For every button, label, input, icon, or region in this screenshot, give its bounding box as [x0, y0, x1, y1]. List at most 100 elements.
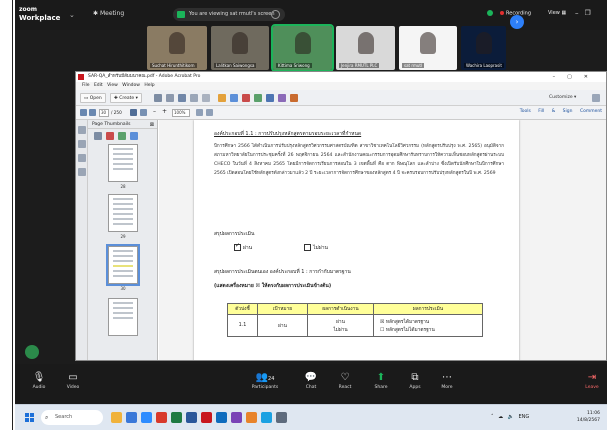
document-view[interactable]: องค์ประกอบที่ 1.1 : การปรับปรุงหลักสูตรต… — [159, 120, 606, 360]
settings-app-icon[interactable] — [276, 412, 287, 423]
comment-icon[interactable] — [218, 94, 226, 102]
checkbox-unchecked — [304, 244, 311, 251]
taskbar-search[interactable]: ⌕ Search — [41, 410, 103, 425]
acrobat-window: SAR-QA_สำหรับมีสัมมนาคณ.pdf - Adobe Acro… — [75, 71, 607, 361]
export-icon[interactable] — [290, 94, 298, 102]
participant-tile[interactable]: Kittima Sriwong — [271, 24, 334, 72]
page-thumbnails-icon[interactable] — [78, 126, 86, 134]
leave-button[interactable]: ⇥ Leave — [579, 370, 605, 390]
participant-tile[interactable]: Wachira Laoprasit — [461, 26, 506, 70]
attachments-icon[interactable] — [78, 154, 86, 162]
insert-page-icon[interactable] — [118, 132, 126, 140]
zoom-app-icon[interactable] — [141, 412, 152, 423]
viewing-share-pill[interactable]: You are viewing sat rmutl's screen — [173, 8, 285, 21]
network-icon[interactable]: ☁ — [498, 414, 503, 420]
acrobat-taskbar-icon[interactable] — [201, 412, 212, 423]
expand-icon[interactable] — [592, 94, 600, 102]
form-icon[interactable] — [266, 94, 274, 102]
language-indicator[interactable]: ENG — [519, 414, 530, 420]
zoom-in-icon[interactable]: + — [162, 108, 167, 115]
tools-link[interactable]: Tools — [520, 109, 531, 114]
comment-link[interactable]: Comment — [580, 109, 602, 114]
participant-tile[interactable]: Suchat Hirunthitikorn — [147, 26, 207, 70]
save-icon[interactable] — [154, 94, 162, 102]
options-icon[interactable] — [94, 132, 102, 140]
prev-page-icon[interactable] — [80, 109, 87, 116]
assess-line: ☐ หลักสูตรไม่ได้มาตรฐาน — [380, 327, 435, 333]
select-icon[interactable] — [130, 109, 137, 116]
page-thumbnail-selected[interactable] — [106, 244, 140, 286]
zoom-level-select[interactable]: 100% — [172, 109, 190, 117]
excel-icon[interactable] — [171, 412, 182, 423]
signatures-icon[interactable] — [78, 168, 86, 176]
page-thumbnail[interactable] — [108, 298, 138, 336]
acrobat-title: SAR-QA_สำหรับมีสัมมนาคณ.pdf - Adobe Acro… — [88, 74, 201, 79]
next-page-icon[interactable] — [89, 109, 96, 116]
edge-icon[interactable] — [216, 412, 227, 423]
participants-icon: 👥24 — [255, 372, 275, 383]
chrome-icon[interactable] — [156, 412, 167, 423]
open-button[interactable]: ▭ Open — [80, 93, 106, 103]
powerpoint-icon[interactable] — [246, 412, 257, 423]
window-controls[interactable]: –❐ — [575, 9, 597, 17]
acrobat-window-controls[interactable]: –▢✕ — [553, 72, 600, 82]
acrobat-menu-bar[interactable]: File Edit View Window Help — [76, 82, 606, 90]
chevron-up-icon[interactable]: ˄ — [491, 414, 494, 420]
participants-button[interactable]: 👥24 Participants — [245, 370, 285, 390]
settings-icon[interactable] — [190, 94, 198, 102]
create-button[interactable]: ✚ Create ▾ — [110, 93, 142, 103]
edit-icon[interactable] — [202, 94, 210, 102]
view-button[interactable]: View ▦ — [548, 10, 566, 16]
result-line: ไม่ผ่าน — [333, 327, 348, 333]
participant-tile[interactable]: sat rmutl — [399, 26, 457, 70]
thumbs-title: Page Thumbnails — [92, 122, 131, 127]
react-button[interactable]: ♡ React — [325, 370, 365, 390]
participant-tile[interactable]: Jenjira RMUTL PLC — [336, 26, 395, 70]
taskbar-clock[interactable]: 11:06 14/8/2567 — [576, 410, 600, 424]
protect-icon[interactable] — [278, 94, 286, 102]
participant-name: sat rmutl — [402, 63, 425, 68]
stop-icon[interactable] — [271, 10, 280, 19]
restore-icon[interactable]: ❐ — [585, 9, 597, 17]
teams-icon[interactable] — [231, 412, 242, 423]
fit-page-icon[interactable] — [196, 109, 203, 116]
recording-indicator[interactable]: Recording — [487, 10, 531, 17]
bookmarks-icon[interactable] — [78, 140, 86, 148]
page-thumbnail[interactable] — [108, 194, 138, 232]
customize-button[interactable]: Customize ▾ — [546, 93, 579, 103]
widgets-icon[interactable] — [111, 412, 122, 423]
more-button[interactable]: ⋯ More — [427, 370, 467, 390]
word-icon[interactable] — [186, 412, 197, 423]
summary2-label: สรุปผลการประเมินตนเอง องค์ประกอบที่ 1 : … — [214, 269, 351, 275]
volume-icon[interactable]: 🔈 — [508, 414, 514, 420]
hand-icon[interactable] — [140, 109, 147, 116]
meeting-tab[interactable]: ✱ Meeting — [93, 10, 124, 17]
sign-icon[interactable] — [242, 94, 250, 102]
file-explorer-icon[interactable] — [126, 412, 137, 423]
system-tray[interactable]: ˄ ☁ 🔈 ENG — [491, 414, 529, 420]
page-thumbnail[interactable] — [108, 144, 138, 182]
legend-label: (แสดงเครื่องหมาย ☒ ให้ตรงกับผลการประเมิน… — [214, 283, 332, 289]
minimize-icon[interactable]: – — [575, 9, 585, 17]
next-page-button[interactable]: › — [510, 15, 524, 29]
rotate-page-icon[interactable] — [130, 132, 138, 140]
windows-start-icon[interactable] — [25, 413, 35, 423]
zoom-out-icon[interactable]: – — [153, 108, 156, 115]
close-icon[interactable]: ⊠ — [150, 121, 154, 130]
fit-width-icon[interactable] — [206, 109, 213, 116]
participant-tile[interactable]: Lalitkan Saiwongsa — [211, 26, 269, 70]
table-row: 1.1 ผ่าน ผ่าน ไม่ผ่าน ☒ หลักสูตรได้มาตรฐ… — [227, 314, 483, 337]
page-number-input[interactable]: 30 — [99, 109, 109, 117]
table-header: เป้าหมาย — [257, 303, 308, 315]
review-icon[interactable] — [254, 94, 262, 102]
store-icon[interactable] — [261, 412, 272, 423]
fill-sign-link[interactable]: Fill & Sign — [538, 109, 572, 114]
email-icon[interactable] — [178, 94, 186, 102]
self-video-bubble[interactable] — [25, 345, 39, 359]
delete-page-icon[interactable] — [106, 132, 114, 140]
fail-option: ไม่ผ่าน — [304, 244, 328, 252]
print-icon[interactable] — [166, 94, 174, 102]
chevron-down-icon[interactable]: ⌄ — [69, 11, 75, 19]
share-icon[interactable] — [230, 94, 238, 102]
video-button[interactable]: ▭ Video — [53, 370, 93, 390]
